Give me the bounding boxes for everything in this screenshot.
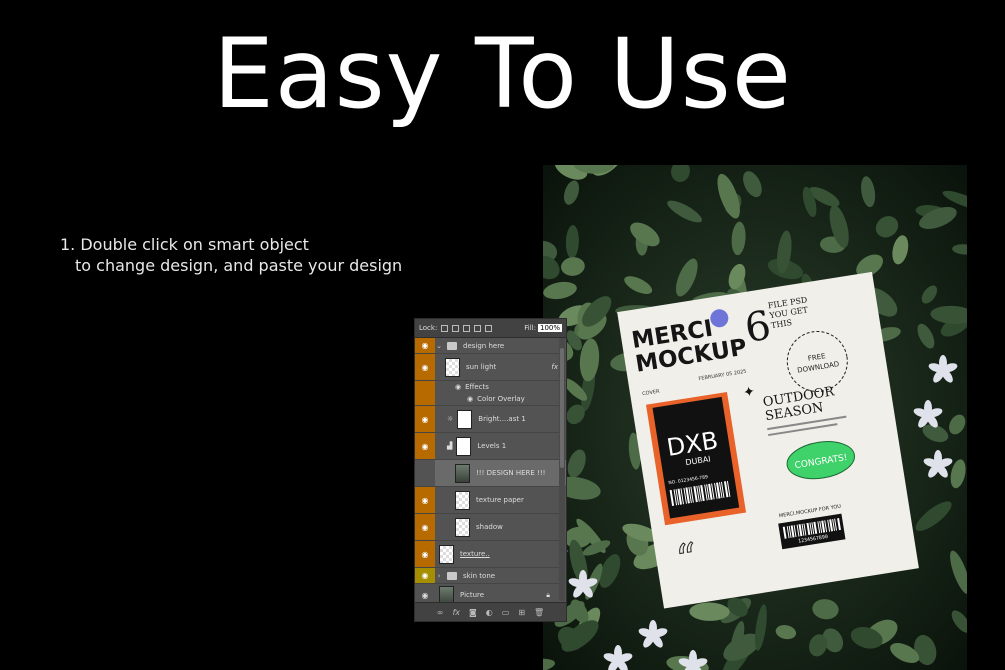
layer-name: skin tone [463,571,496,580]
layer-sun-light[interactable]: ◉ sun light fx [415,354,566,381]
layer-thumbnail [445,357,460,377]
layer-thumbnail [455,517,470,537]
layer-shadow[interactable]: ◉ shadow [415,514,566,541]
folder-icon[interactable]: ▭ [502,608,510,617]
lock-bar: Lock: Fill: 100% [415,319,566,338]
instruction-line-1: 1. Double click on smart object [60,235,309,254]
layer-name: Bright....ast 1 [478,415,526,423]
folder-icon [447,341,457,350]
layers-bottom-bar: ∞ fx ◙ ◐ ▭ ⊞ 🗑︎ [415,602,566,621]
eye-icon[interactable]: ◉ [415,568,435,583]
layer-name: shadow [476,523,503,531]
layer-name: texture.. [460,550,490,558]
layer-name: texture paper [476,496,524,504]
chevron-down-icon[interactable]: ⌄ [435,342,443,350]
smart-object-thumbnail[interactable] [455,463,470,483]
layer-mask-thumbnail [456,436,472,456]
layer-levels[interactable]: ◉ ▟ Levels 1 [415,433,566,460]
link-icon[interactable]: ∞ [437,608,444,617]
fill-input[interactable]: 100% [537,324,562,332]
levels-icon: ▟ [447,442,453,450]
effects-eye-icon[interactable]: ◉ [455,383,461,391]
eye-icon[interactable]: ◉ [415,354,435,380]
eye-icon[interactable]: ◉ [415,433,435,459]
lock-artboard-icon[interactable] [474,324,482,332]
lock-icon: 🔒︎ [546,590,550,599]
layer-design-here[interactable]: ◉ ⌄ design here [415,338,566,354]
eye-icon[interactable] [415,381,435,393]
eye-icon[interactable]: ◉ [415,338,435,353]
layers-panel: Lock: Fill: 100% ◉ ⌄ design here ◉ sun l… [414,318,567,622]
layer-brightness[interactable]: ◉ ☼ Bright....ast 1 [415,406,566,433]
color-overlay-eye-icon[interactable]: ◉ [467,395,473,403]
lock-brush-icon[interactable] [452,324,460,332]
fill-label: Fill: [524,324,536,332]
lock-label: Lock: [419,324,438,332]
scrollbar[interactable] [559,338,565,601]
fx-icon[interactable]: fx [551,363,558,371]
poster: MERCI MOCKUP 6 FILE PSD YOU GET THIS FRE… [617,271,919,609]
layer-name: Levels 1 [477,442,507,450]
brightness-icon: ☼ [447,415,454,423]
folder-icon [447,571,457,580]
layer-name: !!! DESIGN HERE !!! [476,469,546,477]
lock-all-icon[interactable] [485,324,493,332]
layer-thumbnail [455,490,470,510]
layer-texture[interactable]: ◉ texture.. [415,541,566,568]
trash-icon[interactable]: 🗑︎ [534,608,544,617]
chevron-right-icon[interactable]: › [435,572,443,580]
instruction-line-2: to change design, and paste your design [75,256,403,275]
fx-icon[interactable]: fx [452,608,460,617]
instructions: 1. Double click on smart object to chang… [60,234,402,276]
layer-skin-tone[interactable]: ◉ › skin tone [415,568,566,584]
mockup-photo: MERCI MOCKUP 6 FILE PSD YOU GET THIS FRE… [543,165,967,670]
layer-color-overlay[interactable]: ◉ Color Overlay [415,393,566,406]
eye-icon[interactable]: ◉ [415,406,435,432]
lock-transparent-icon[interactable] [441,324,449,332]
lock-move-icon[interactable] [463,324,471,332]
layer-texture-paper[interactable]: ◉ texture paper [415,487,566,514]
mask-icon[interactable]: ◙ [469,608,477,617]
eye-icon[interactable]: ◉ [415,514,435,540]
layer-thumbnail [439,544,454,564]
layer-effects[interactable]: ◉ Effects [415,381,566,393]
layer-name: design here [463,341,505,350]
eye-icon[interactable] [415,393,435,405]
layer-mask-thumbnail [457,409,473,429]
color-overlay-label: Color Overlay [477,395,525,403]
eye-icon[interactable]: ◉ [415,541,435,567]
effects-label: Effects [465,383,489,391]
eye-icon[interactable]: ◉ [415,487,435,513]
layer-name: sun light [466,363,497,371]
page-title: Easy To Use [213,18,792,130]
new-layer-icon[interactable]: ⊞ [518,608,525,617]
layer-name: Picture [460,591,485,599]
layer-design-smart-object[interactable]: !!! DESIGN HERE !!! [415,460,566,487]
adjustment-icon[interactable]: ◐ [486,608,493,617]
